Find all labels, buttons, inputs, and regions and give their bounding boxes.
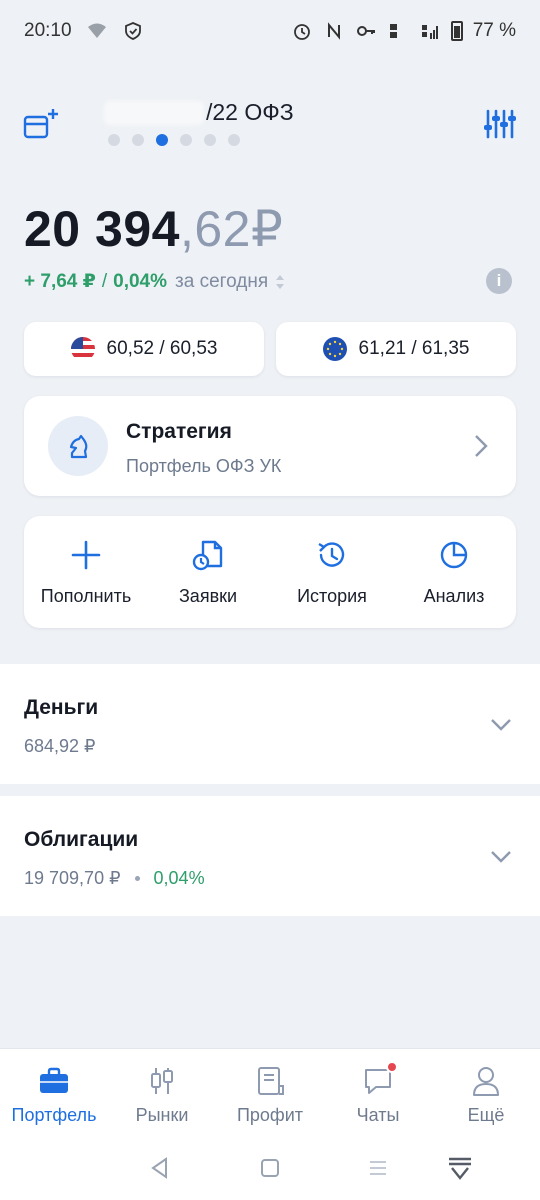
money-section[interactable]: Деньги 684,92 ₽: [0, 664, 540, 784]
unread-badge: [386, 1061, 398, 1073]
settings-sliders-icon[interactable]: [482, 107, 516, 141]
analysis-button[interactable]: Анализ: [392, 538, 516, 618]
status-time: 20:10: [24, 20, 72, 41]
system-nav-bar: [0, 1136, 540, 1200]
portfolio-page-dots: [108, 134, 240, 146]
portfolio-title: /22 ОФЗ: [206, 99, 294, 125]
page-dot: [228, 134, 240, 146]
eur-rate-card[interactable]: 61,21 / 61,35: [276, 322, 516, 376]
balance-whole: 20 394: [24, 201, 180, 257]
volte-icon: [387, 20, 409, 42]
orders-label: Заявки: [178, 586, 238, 606]
history-icon: [318, 542, 345, 567]
knight-icon: [48, 416, 108, 476]
bonds-section[interactable]: Облигации 19 709,70 ₽ 0,04%: [0, 796, 540, 916]
status-bar: 20:10 77 %: [0, 0, 540, 62]
tab-more-label: Ещё: [467, 1105, 505, 1125]
chevron-right-icon: [475, 435, 488, 457]
tab-profit[interactable]: Профит: [216, 1065, 324, 1135]
info-icon[interactable]: i: [486, 268, 512, 294]
change-amount: + 7,64 ₽: [24, 271, 96, 292]
portfolio-switcher[interactable]: /22 ОФЗ: [104, 99, 294, 126]
bonds-title: Облигации: [24, 828, 139, 851]
change-separator: /: [101, 270, 108, 292]
usd-rate-card[interactable]: 60,52 / 60,53: [24, 322, 264, 376]
quick-actions: Пополнить Заявки История Анализ: [24, 516, 516, 628]
add-portfolio-icon[interactable]: [22, 107, 62, 143]
hidden-account-name: [104, 100, 204, 125]
alarm-icon: [291, 20, 313, 42]
tab-chats-label: Чаты: [356, 1105, 400, 1125]
briefcase-icon: [40, 1067, 68, 1093]
history-button[interactable]: История: [270, 538, 394, 618]
money-amount: 684,92 ₽: [24, 736, 96, 757]
money-amount-value: 684,92 ₽: [24, 736, 96, 756]
sort-arrows-icon: [276, 274, 285, 289]
page-dot: [204, 134, 216, 146]
us-flag-icon: [70, 337, 95, 361]
document-icon: [258, 1067, 284, 1095]
portfolio-balance: 20 394,62₽: [24, 200, 283, 258]
change-percent: 0,04%: [113, 270, 168, 292]
home-icon[interactable]: [256, 1154, 284, 1182]
battery-icon: [450, 21, 463, 41]
tab-more[interactable]: Ещё: [432, 1065, 540, 1135]
deposit-button[interactable]: Пополнить: [24, 538, 148, 618]
tab-chats[interactable]: Чаты: [324, 1061, 432, 1135]
chevron-down-icon[interactable]: [490, 850, 512, 864]
chevron-down-icon[interactable]: [490, 718, 512, 732]
page-dot: [180, 134, 192, 146]
page-dot: [108, 134, 120, 146]
nfc-icon: [323, 20, 345, 42]
separator-dot: [134, 876, 140, 881]
strategy-title: Стратегия: [126, 420, 232, 443]
history-label: История: [297, 586, 367, 606]
bottom-tab-bar: Портфель Рынки Профит Чаты Ещё: [0, 1048, 540, 1136]
change-period: за сегодня: [175, 270, 269, 292]
lte-signal-icon: [419, 20, 441, 42]
notification-panel-icon[interactable]: [446, 1154, 474, 1182]
tab-portfolio-label: Портфель: [11, 1105, 97, 1125]
bonds-amount: 19 709,70 ₽ 0,04%: [24, 868, 205, 889]
page-dot: [132, 134, 144, 146]
tab-profit-label: Профит: [236, 1105, 304, 1125]
recents-icon[interactable]: [364, 1154, 392, 1182]
bonds-amount-value: 19 709,70 ₽: [24, 868, 121, 888]
tab-portfolio[interactable]: Портфель: [0, 1065, 108, 1135]
money-title: Деньги: [24, 696, 99, 719]
daily-change[interactable]: + 7,64 ₽ / 0,04% за сегодня: [24, 270, 286, 293]
candles-icon: [151, 1068, 173, 1094]
orders-button[interactable]: Заявки: [146, 538, 270, 618]
balance-currency: ₽: [250, 201, 284, 257]
eur-rate-value: 61,21 / 61,35: [358, 338, 470, 359]
pie-chart-icon: [440, 541, 468, 569]
battery-percent: 77 %: [472, 20, 516, 41]
eu-flag-icon: [322, 337, 347, 361]
bonds-percent: 0,04%: [153, 868, 205, 888]
wifi-icon: [86, 20, 108, 42]
tab-markets[interactable]: Рынки: [108, 1065, 216, 1135]
portfolio-header: /22 ОФЗ: [0, 95, 540, 155]
plus-icon: [71, 540, 101, 570]
shield-icon: [122, 20, 144, 42]
orders-icon: [192, 540, 223, 571]
analysis-label: Анализ: [423, 586, 485, 606]
usd-rate-value: 60,52 / 60,53: [106, 338, 218, 359]
back-icon[interactable]: [146, 1154, 174, 1182]
page-dot-active: [156, 134, 168, 146]
key-icon: [355, 20, 377, 42]
balance-fraction: ,62: [179, 201, 251, 257]
strategy-subtitle: Портфель ОФЗ УК: [126, 456, 282, 476]
tab-markets-label: Рынки: [135, 1105, 189, 1125]
deposit-label: Пополнить: [40, 586, 132, 606]
strategy-card[interactable]: Стратегия Портфель ОФЗ УК: [24, 396, 516, 496]
profile-icon: [473, 1067, 499, 1096]
